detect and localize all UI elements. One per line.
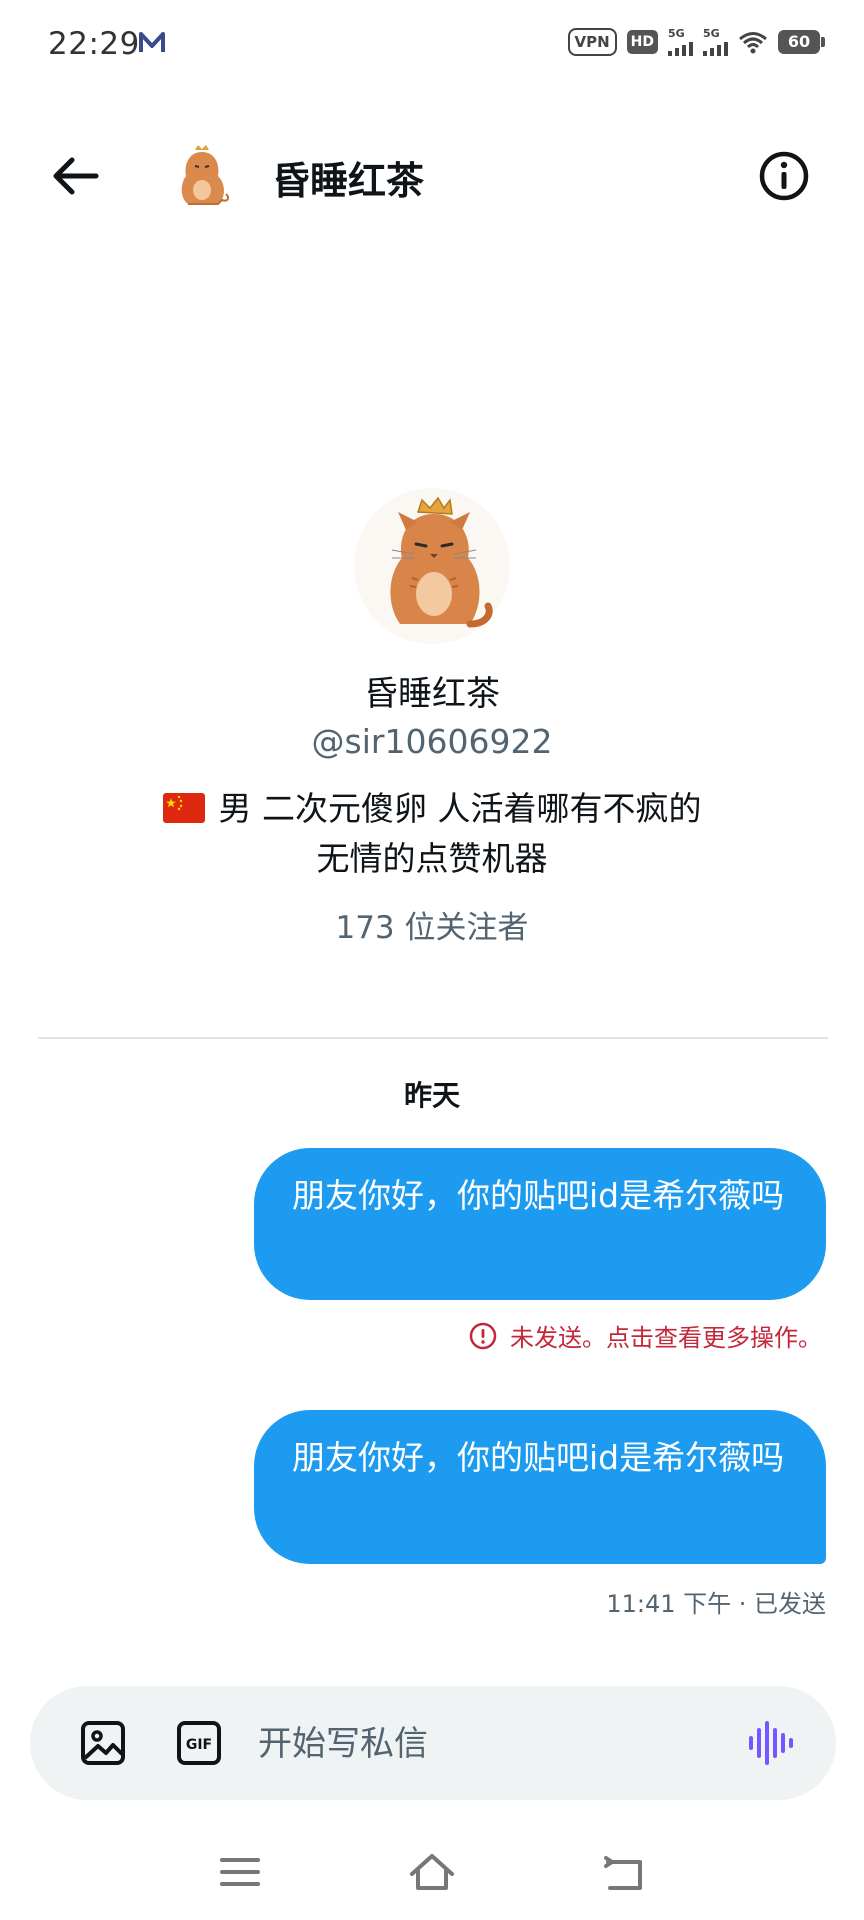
followers-count[interactable]: 173 位关注者: [0, 906, 864, 950]
status-bar: 22:29 VPN HD 5G 5G 60: [0, 0, 864, 92]
vpn-badge: VPN: [567, 28, 617, 56]
hd-badge: HD: [626, 30, 658, 54]
home-icon[interactable]: [408, 1848, 456, 1896]
message-error-status[interactable]: 未发送。点击查看更多操作。: [468, 1318, 822, 1353]
conversation-title: 昏睡红茶: [272, 159, 425, 203]
date-separator: 昨天: [403, 1079, 460, 1112]
profile-name: 昏睡红茶: [364, 674, 500, 714]
back-arrow-icon[interactable]: [48, 148, 104, 204]
message-bubble[interactable]: 朋友你好，你的贴吧id是希尔薇吗: [254, 1148, 826, 1300]
voice-message-icon[interactable]: [744, 1716, 798, 1770]
status-time: 22:29: [48, 26, 140, 62]
profile-handle: @sir10606922: [311, 722, 553, 761]
menu-icon[interactable]: [216, 1848, 264, 1896]
gif-icon[interactable]: GIF: [174, 1718, 224, 1768]
profile-bio-line-1: 男 二次元傻卵 人活着哪有不疯的: [0, 784, 864, 834]
signal-icon: 5G: [668, 28, 693, 56]
conversation-header: 昏睡红茶: [0, 120, 864, 230]
divider: [38, 1037, 828, 1039]
message-composer: GIF: [30, 1686, 836, 1800]
image-icon[interactable]: [78, 1718, 128, 1768]
notification-m-icon: [139, 32, 165, 52]
profile-summary[interactable]: 昏睡红茶 @sir10606922 男 二次元傻卵 人活着哪有不疯的 无情的点赞…: [0, 486, 864, 950]
battery-icon: 60: [778, 30, 825, 54]
profile-avatar[interactable]: [352, 486, 512, 646]
error-text: 未发送。点击查看更多操作。: [510, 1324, 822, 1352]
profile-bio: 男 二次元傻卵 人活着哪有不疯的 无情的点赞机器: [0, 784, 864, 884]
svg-text:GIF: GIF: [186, 1737, 212, 1753]
return-icon[interactable]: [600, 1848, 648, 1896]
profile-bio-line-2: 无情的点赞机器: [316, 839, 548, 878]
message-bubble[interactable]: 朋友你好，你的贴吧id是希尔薇吗: [254, 1410, 826, 1564]
status-indicators: VPN HD 5G 5G 60: [567, 28, 825, 56]
error-icon: [469, 1322, 497, 1349]
signal-icon-2: 5G: [703, 28, 728, 56]
system-navigation-bar: [0, 1836, 864, 1906]
avatar[interactable]: [168, 142, 236, 210]
info-icon[interactable]: [756, 148, 812, 204]
wifi-icon: [739, 32, 767, 54]
china-flag-icon: [162, 793, 205, 823]
message-sent-status: 11:41 下午 · 已发送: [606, 1590, 826, 1618]
message-input[interactable]: [256, 1714, 720, 1774]
